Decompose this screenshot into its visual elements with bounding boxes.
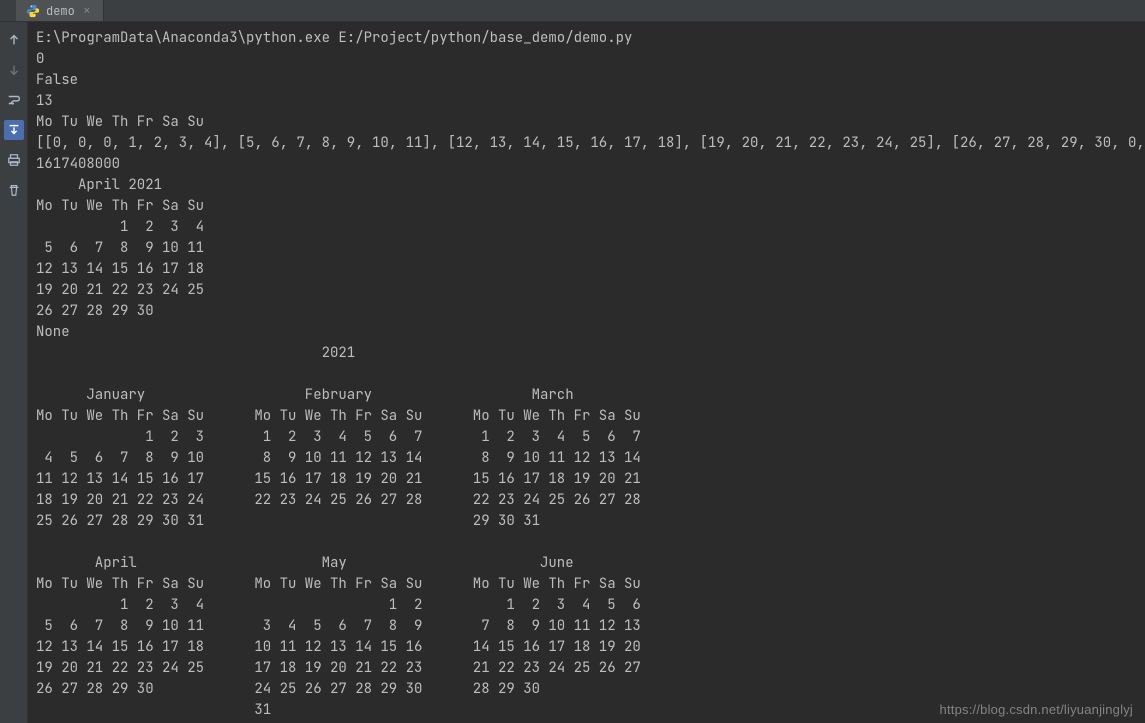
console-output[interactable]: E:\ProgramData\Anaconda3\python.exe E:/P…: [28, 22, 1145, 723]
watermark-text: https://blog.csdn.net/liyuanjinglyj: [940, 702, 1133, 717]
workspace: E:\ProgramData\Anaconda3\python.exe E:/P…: [0, 22, 1145, 723]
close-icon[interactable]: ✕: [81, 5, 93, 17]
soft-wrap-icon[interactable]: [4, 90, 24, 110]
tool-gutter: [0, 22, 28, 723]
tab-bar: demo ✕: [0, 0, 1145, 22]
print-icon[interactable]: [4, 150, 24, 170]
rerun-down-icon[interactable]: [4, 60, 24, 80]
scroll-to-end-icon[interactable]: [4, 120, 24, 140]
rerun-up-icon[interactable]: [4, 30, 24, 50]
tab-demo[interactable]: demo ✕: [16, 0, 104, 21]
clear-icon[interactable]: [4, 180, 24, 200]
tab-label: demo: [46, 3, 75, 19]
python-file-icon: [26, 4, 40, 18]
